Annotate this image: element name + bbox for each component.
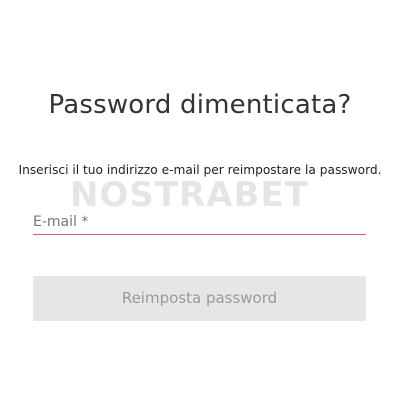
email-field	[33, 209, 366, 236]
email-input[interactable]	[33, 209, 366, 235]
email-underline	[33, 234, 366, 235]
forgot-password-page: Password dimenticata? Inserisci il tuo i…	[0, 0, 400, 409]
reset-password-button[interactable]: Reimposta password	[33, 276, 366, 321]
page-title: Password dimenticata?	[48, 90, 352, 120]
instructions-text: Inserisci il tuo indirizzo e-mail per re…	[18, 163, 382, 177]
